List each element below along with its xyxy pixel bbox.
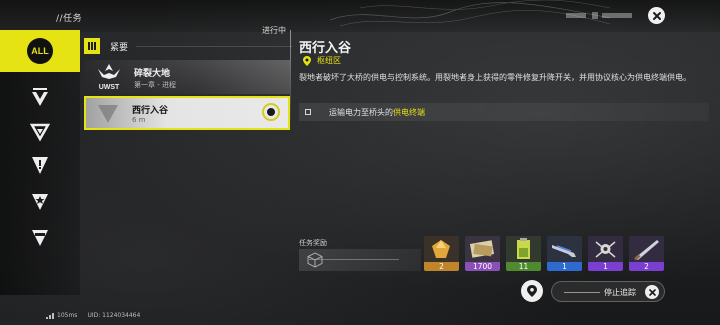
divider: [136, 45, 292, 47]
reward-item[interactable]: 2: [629, 236, 664, 271]
reward-count: 11: [506, 262, 541, 271]
in-progress-label: 进行中: [262, 26, 286, 35]
main-quest-icon: [32, 88, 48, 106]
decoration-line: [564, 292, 600, 293]
category-label: 紧要: [110, 42, 129, 53]
top-bar: [0, 0, 720, 32]
reward-item[interactable]: 11: [506, 236, 541, 271]
location-pin-icon: [303, 55, 311, 66]
status-bar: 105ms UID: 1124034464: [46, 312, 140, 319]
side-quest-icon: [29, 123, 51, 142]
breadcrumb: //任务: [56, 14, 83, 24]
battery-icon: [506, 236, 541, 263]
reward-count: 1: [588, 262, 623, 271]
category-all-tab[interactable]: ALL: [0, 30, 80, 72]
quest-title: 西行入谷: [132, 106, 169, 116]
rewards-bar: [299, 249, 421, 271]
event-quest-icon: [32, 230, 48, 246]
category-star-quest-tab[interactable]: [25, 186, 55, 216]
stop-tracking-button[interactable]: 停止追踪: [551, 281, 665, 302]
reward-item[interactable]: 1: [588, 236, 623, 271]
quest-item-selected[interactable]: 西行入谷 6 m: [84, 96, 290, 130]
star-quest-icon: [32, 194, 48, 210]
quest-location: 枢纽区: [303, 55, 341, 66]
cube-icon: [307, 252, 323, 268]
quest-title: 碎裂大地: [134, 69, 171, 79]
quest-subtitle: 第一章 - 进程: [134, 81, 176, 89]
close-icon: [645, 285, 659, 299]
reward-item[interactable]: 1: [547, 236, 582, 271]
uwst-logo-icon: UWST: [98, 64, 120, 91]
gold-crystal-icon: [424, 236, 459, 263]
quest-item[interactable]: UWST 碎裂大地 第一章 - 进程: [84, 60, 290, 94]
quest-distance: 6 m: [132, 116, 146, 124]
objective-checkbox: [305, 109, 311, 115]
quest-list: 紧要 UWST 碎裂大地 第一章 - 进程 西行入谷 6 m: [84, 36, 292, 130]
category-side-quest-tab[interactable]: [25, 116, 55, 146]
category-alert-quest-tab[interactable]: [25, 150, 55, 180]
signal-icon: [46, 312, 54, 319]
category-main-quest-tab[interactable]: [25, 82, 55, 112]
uid-text: UID: 1124034464: [87, 312, 141, 319]
objective-text: 运输电力至桥头的供电终端: [329, 107, 425, 117]
all-badge: ALL: [27, 38, 53, 64]
alert-quest-icon: [32, 157, 48, 174]
reward-item[interactable]: 2: [424, 236, 459, 271]
reward-item[interactable]: 1700: [465, 236, 500, 271]
quest-objective: 运输电力至桥头的供电终端: [299, 103, 709, 121]
gun-icon: [547, 236, 582, 263]
svg-text:UWST: UWST: [99, 84, 120, 91]
location-label: 枢纽区: [317, 56, 341, 65]
quest-emblem-icon: [98, 105, 118, 123]
category-event-quest-tab[interactable]: [25, 222, 55, 252]
stop-tracking-label: 停止追踪: [604, 288, 636, 297]
tracking-target-icon[interactable]: [262, 103, 280, 121]
quest-screen: //任务 ALL 进行中 紧要 UWST 碎裂大地 第一章 - 进程 西行入谷 …: [0, 0, 720, 325]
voucher-icon: [465, 236, 500, 263]
close-icon: [652, 11, 661, 20]
reward-count: 2: [424, 262, 459, 271]
category-header: 紧要: [84, 36, 292, 56]
latency-text: 105ms: [57, 312, 78, 319]
quest-detail-title: 西行入谷: [299, 41, 352, 56]
quest-description: 裂地者破坏了大桥的供电与控制系统。用裂地者身上获得的零件修复升降开关，并用协议核…: [299, 73, 691, 82]
reward-count: 1700: [465, 262, 500, 271]
close-button[interactable]: [648, 7, 665, 24]
quest-category-sidebar: ALL: [0, 30, 80, 295]
rewards-label: 任务奖励: [299, 239, 327, 247]
location-pin-icon: [527, 285, 537, 297]
reward-count: 1: [547, 262, 582, 271]
reward-count: 2: [629, 262, 664, 271]
objective-highlight: 供电终端: [393, 107, 425, 117]
urgent-category-icon: [84, 38, 100, 54]
blade-icon: [629, 236, 664, 263]
map-locate-button[interactable]: [521, 280, 543, 302]
drone-icon: [588, 236, 623, 263]
top-status-icons: [566, 12, 632, 19]
